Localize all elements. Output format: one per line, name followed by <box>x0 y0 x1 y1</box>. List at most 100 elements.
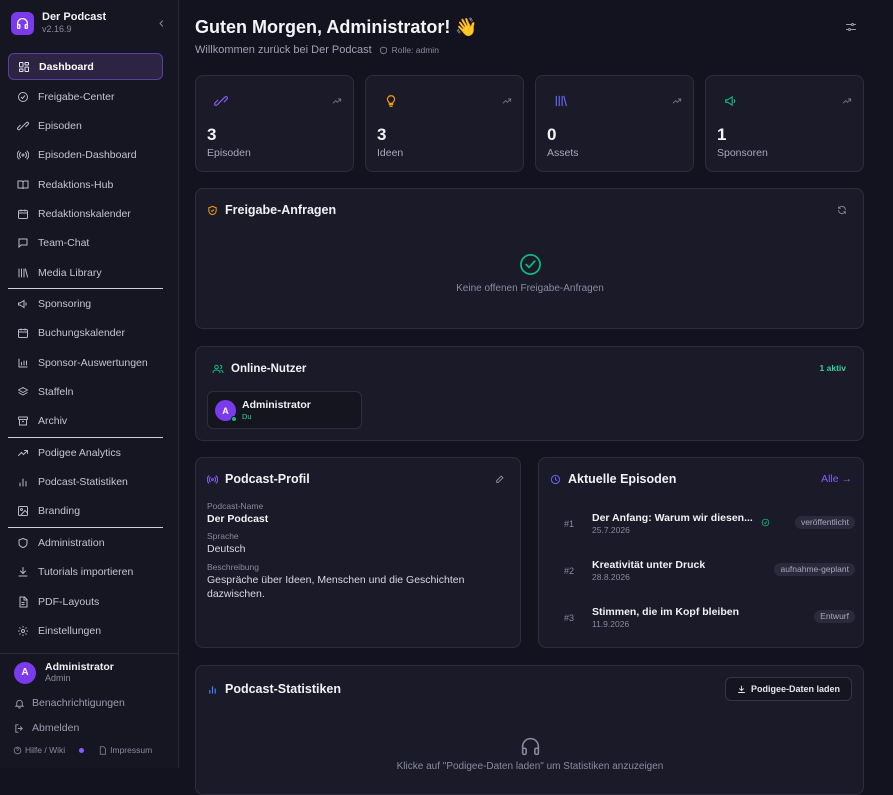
episode-row[interactable]: #2 Kreativität unter Druck 28.8.2026 auf… <box>553 557 855 587</box>
podcast-statistics-card: Podcast-Statistiken Podigee-Daten laden … <box>195 665 864 795</box>
podcast-name-value: Der Podcast <box>207 513 269 525</box>
stat-card-episoden[interactable]: 3 Episoden <box>195 75 354 172</box>
shield-icon <box>379 46 387 54</box>
notifications-link[interactable]: Benachrichtigungen <box>14 697 125 709</box>
stats-hint: Klicke auf "Podigee-Daten laden" um Stat… <box>396 761 664 772</box>
profile-title: Podcast-Profil <box>225 472 310 486</box>
logout-link[interactable]: Abmelden <box>14 722 79 734</box>
nav-divider <box>8 437 163 438</box>
sidebar-item-label: Staffeln <box>38 385 74 398</box>
card-title: Freigabe-Anfragen <box>207 203 336 217</box>
stat-label: Ideen <box>377 147 404 159</box>
brand[interactable]: Der Podcast v2.16.9 <box>11 11 106 35</box>
online-user-sub: Du <box>242 412 252 421</box>
sidebar-item-freigabe-center[interactable]: Freigabe-Center <box>8 83 163 110</box>
language-value: Deutsch <box>207 543 246 555</box>
trend-icon <box>672 98 682 104</box>
users-icon <box>212 364 224 374</box>
library-icon <box>18 268 28 277</box>
episode-date: 11.9.2026 <box>592 619 630 629</box>
online-status-dot <box>231 416 237 422</box>
published-status-icon <box>761 518 770 527</box>
approvals-card: Freigabe-Anfragen Keine offenen Freigabe… <box>195 188 864 329</box>
calendar-icon <box>18 328 28 338</box>
stat-label: Episoden <box>207 147 251 159</box>
stat-card-ideen[interactable]: 3 Ideen <box>365 75 524 172</box>
megaphone-icon <box>18 299 27 308</box>
podcast-profile-card: Podcast-Profil Podcast-Name Der Podcast … <box>195 457 521 648</box>
sidebar-item-label: Buchungskalender <box>38 326 125 339</box>
sidebar-item-staffeln[interactable]: Staffeln <box>8 378 163 405</box>
user-name: Administrator <box>45 661 114 673</box>
nav-divider <box>8 288 163 289</box>
sidebar-item-label: Episoden <box>38 119 82 132</box>
sidebar-item-label: Administration <box>38 536 105 549</box>
clock-icon <box>550 474 561 484</box>
load-button-label: Podigee-Daten laden <box>750 684 840 694</box>
document-icon <box>100 745 107 755</box>
sidebar-item-sponsor-auswertungen[interactable]: Sponsor-Auswertungen <box>8 349 163 376</box>
sidebar-item-archiv[interactable]: Archiv <box>8 407 163 434</box>
sidebar-item-label: Branding <box>38 504 81 517</box>
sidebar-item-sponsoring[interactable]: Sponsoring <box>8 290 163 317</box>
sidebar-item-label: Sponsoring <box>38 297 92 310</box>
episode-title: Kreativität unter Druck <box>592 559 706 571</box>
approvals-empty-text: Keine offenen Freigabe-Anfragen <box>456 283 604 294</box>
sidebar-item-episoden[interactable]: Episoden <box>8 112 163 139</box>
sidebar-item-administration[interactable]: Administration <box>8 529 163 556</box>
sidebar-item-einstellungen[interactable]: Einstellungen <box>8 617 163 644</box>
stats-icon <box>209 685 216 694</box>
stat-card-assets[interactable]: 0 Assets <box>535 75 694 172</box>
episode-row[interactable]: #3 Stimmen, die im Kopf bleiben 11.9.202… <box>553 604 855 634</box>
refresh-icon[interactable] <box>837 205 847 215</box>
sidebar-item-redaktions-hub[interactable]: Redaktions-Hub <box>8 171 163 198</box>
logout-icon <box>15 723 23 733</box>
stat-value: 0 <box>547 125 557 144</box>
stat-value: 1 <box>717 125 727 144</box>
sidebar-item-podcast-statistiken[interactable]: Podcast-Statistiken <box>8 468 163 495</box>
load-podigee-data-button[interactable]: Podigee-Daten laden <box>724 677 852 701</box>
sidebar-item-redaktionskalender[interactable]: Redaktionskalender <box>8 200 163 227</box>
collapse-sidebar-icon[interactable] <box>154 16 168 30</box>
sidebar-item-episoden-dashboard[interactable]: Episoden-Dashboard <box>8 141 163 168</box>
edit-icon[interactable] <box>495 474 505 484</box>
notifications-label: Benachrichtigungen <box>32 697 125 709</box>
stat-label: Assets <box>547 147 579 159</box>
image-icon <box>18 505 28 516</box>
online-title: Online-Nutzer <box>231 363 307 375</box>
help-link[interactable]: Hilfe / Wiki <box>25 745 65 755</box>
status-badge: veröffentlicht <box>794 516 855 529</box>
page-title: Guten Morgen, Administrator! 👋 <box>195 17 478 37</box>
sidebar-item-team-chat[interactable]: Team-Chat <box>8 229 163 256</box>
sidebar-item-label: Episoden-Dashboard <box>38 148 137 161</box>
current-user[interactable]: A Administrator Admin <box>14 661 114 684</box>
megaphone-icon <box>725 95 736 107</box>
sidebar-item-tutorials[interactable]: Tutorials importieren <box>8 558 163 585</box>
chat-icon <box>18 238 28 248</box>
stat-card-sponsoren[interactable]: 1 Sponsoren <box>705 75 864 172</box>
description-value: Gespräche über Ideen, Menschen und die G… <box>207 574 465 600</box>
download-icon <box>738 685 745 693</box>
check-circle-icon <box>18 91 28 102</box>
broadcast-icon <box>207 474 218 484</box>
sidebar-item-media-library[interactable]: Media Library <box>8 259 163 286</box>
episode-number: #2 <box>564 566 575 576</box>
sidebar-item-branding[interactable]: Branding <box>8 497 163 524</box>
headphones-logo-icon <box>11 11 34 35</box>
imprint-link[interactable]: Impressum <box>110 745 152 755</box>
sidebar-item-label: Media Library <box>38 266 102 279</box>
headphones-icon <box>521 737 540 756</box>
online-user-chip[interactable]: A Administrator Du <box>207 391 362 429</box>
sidebar-item-buchungskalender[interactable]: Buchungskalender <box>8 319 163 346</box>
sidebar-item-label: Freigabe-Center <box>38 90 115 103</box>
status-badge: aufnahme-geplant <box>774 563 855 576</box>
sidebar-item-label: Redaktions-Hub <box>38 178 114 191</box>
episode-row[interactable]: #1 Der Anfang: Warum wir diesen... 25.7.… <box>553 510 855 540</box>
sidebar-item-pdf-layouts[interactable]: PDF-Layouts <box>8 588 163 615</box>
role-badge: Rolle: admin <box>379 45 439 55</box>
trend-icon <box>842 98 852 104</box>
customize-dashboard-button[interactable] <box>845 20 859 34</box>
all-episodes-link[interactable]: Alle → <box>821 473 852 485</box>
sidebar-item-dashboard[interactable]: Dashboard <box>8 53 163 80</box>
sidebar-item-podigee-analytics[interactable]: Podigee Analytics <box>8 439 163 466</box>
